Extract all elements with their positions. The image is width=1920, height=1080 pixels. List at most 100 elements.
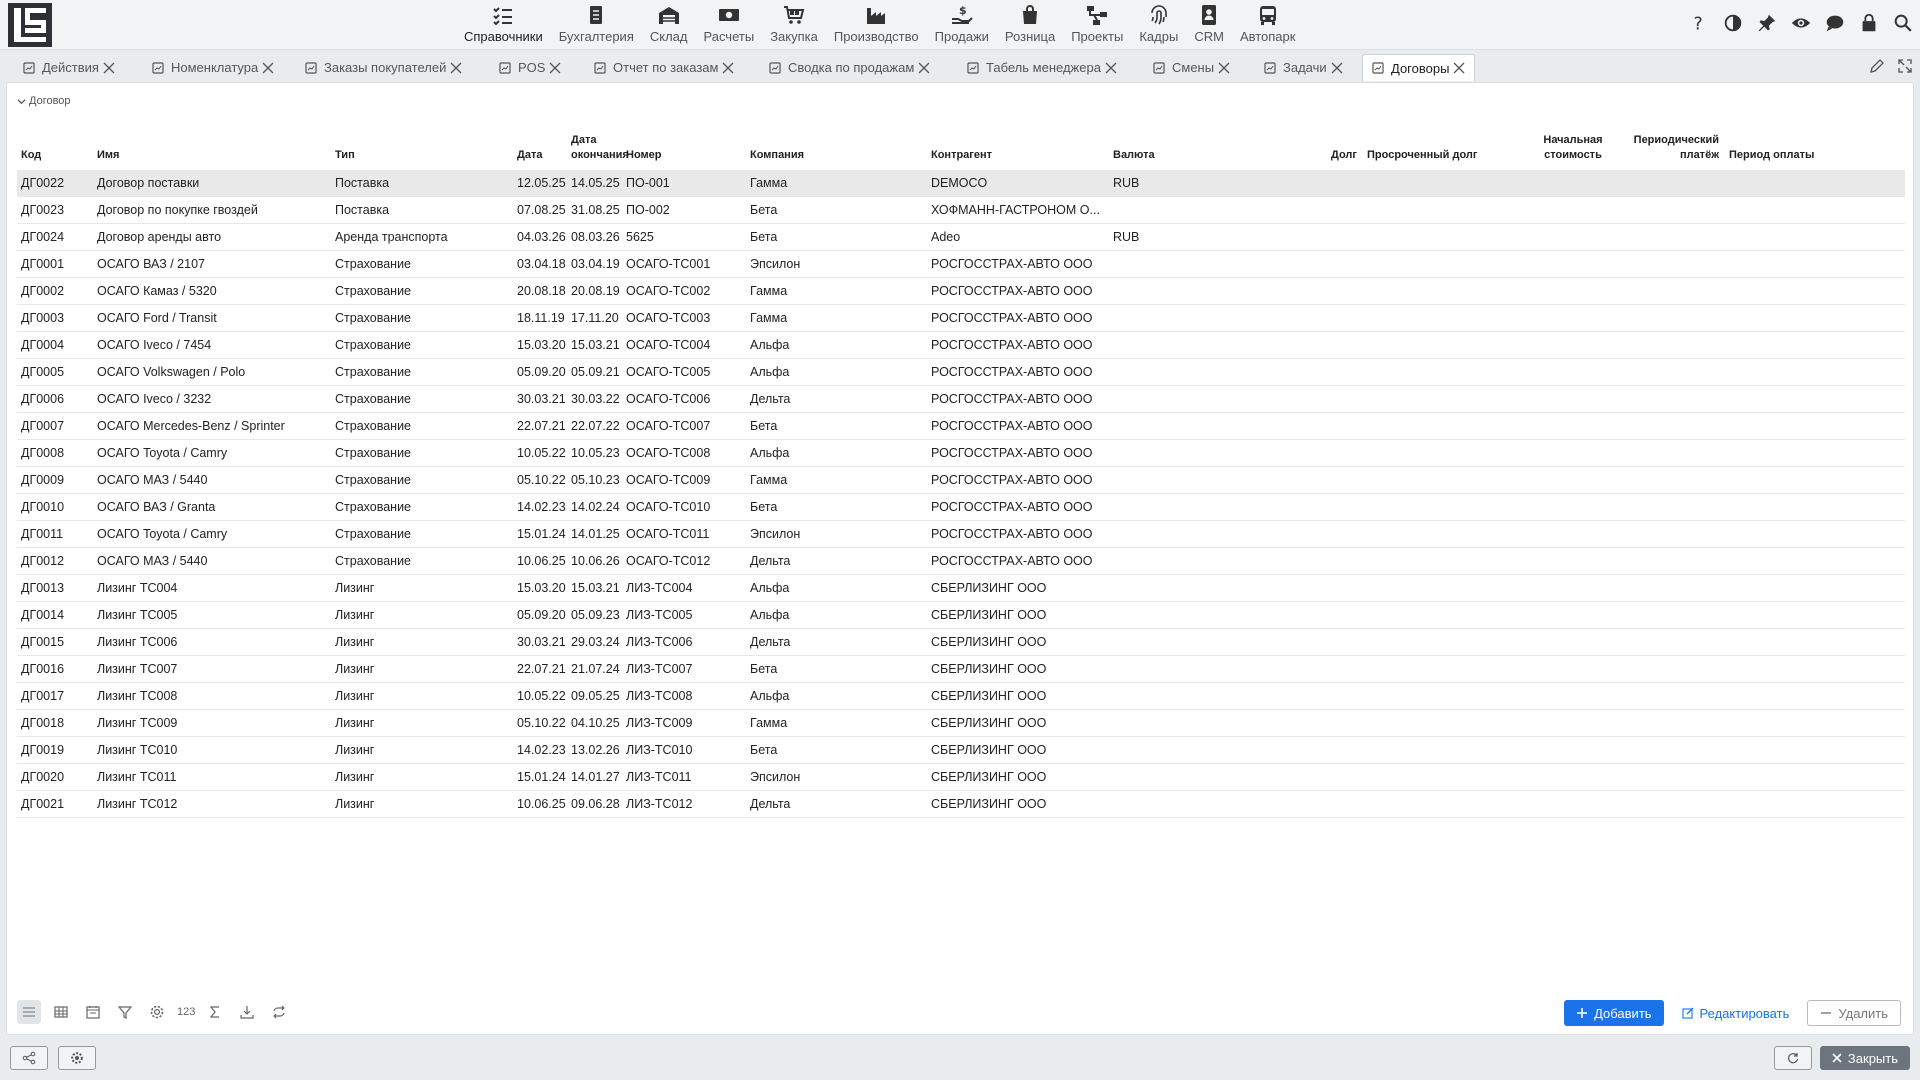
col-counterparty[interactable]: Контрагент bbox=[931, 148, 992, 170]
table-row[interactable]: ДГ0013 Лизинг ТС004 Лизинг 15.03.20 15.03.21… bbox=[17, 575, 1905, 602]
nav-item-6[interactable]: $ Продажи bbox=[927, 0, 997, 50]
calendar-view-button[interactable] bbox=[81, 1000, 105, 1024]
eye-icon[interactable] bbox=[1790, 12, 1812, 34]
close-icon[interactable] bbox=[102, 61, 116, 75]
nav-item-1[interactable]: Бухгалтерия bbox=[551, 0, 642, 50]
close-icon[interactable] bbox=[721, 61, 735, 75]
table-row[interactable]: ДГ0001 ОСАГО ВАЗ / 2107 Страхование 03.04.1… bbox=[17, 251, 1905, 278]
edit-button[interactable]: Редактировать bbox=[1678, 1000, 1794, 1026]
table-row[interactable]: ДГ0005 ОСАГО Volkswagen / Polo Страхование… bbox=[17, 359, 1905, 386]
tab-0[interactable]: Действия bbox=[14, 54, 124, 81]
nav-item-9[interactable]: Кадры bbox=[1131, 0, 1186, 50]
sum-button[interactable] bbox=[203, 1000, 227, 1024]
cell-name: ОСАГО Volkswagen / Polo bbox=[97, 365, 246, 379]
fullscreen-icon[interactable] bbox=[1896, 57, 1914, 75]
table-row[interactable]: ДГ0021 Лизинг ТС012 Лизинг 10.06.25 09.06.28… bbox=[17, 791, 1905, 818]
tab-4[interactable]: Отчет по заказам bbox=[585, 54, 743, 81]
table-row[interactable]: ДГ0009 ОСАГО МАЗ / 5440 Страхование 05.10.2… bbox=[17, 467, 1905, 494]
close-icon[interactable] bbox=[1104, 61, 1118, 75]
col-date[interactable]: Дата bbox=[517, 148, 542, 170]
nav-item-8[interactable]: Проекты bbox=[1063, 0, 1131, 50]
tab-1[interactable]: Номенклатура bbox=[143, 54, 283, 81]
col-currency[interactable]: Валюта bbox=[1113, 148, 1155, 170]
table-row[interactable]: ДГ0022 Договор поставки Поставка 12.05.25 14… bbox=[17, 170, 1905, 197]
nav-item-2[interactable]: Склад bbox=[642, 0, 696, 50]
table-row[interactable]: ДГ0008 ОСАГО Toyota / Camry Страхование 10.… bbox=[17, 440, 1905, 467]
reload-button[interactable] bbox=[1773, 1046, 1812, 1070]
table-row[interactable]: ДГ0015 Лизинг ТС006 Лизинг 30.03.21 29.03.24… bbox=[17, 629, 1905, 656]
table-view-button[interactable] bbox=[49, 1000, 73, 1024]
col-debt[interactable]: Долг bbox=[1297, 148, 1357, 170]
pin-icon[interactable] bbox=[1756, 12, 1778, 34]
table-row[interactable]: ДГ0010 ОСАГО ВАЗ / Granta Страхование 14.02… bbox=[17, 494, 1905, 521]
delete-button[interactable]: Удалить bbox=[1807, 1000, 1901, 1026]
settings-button[interactable] bbox=[145, 1000, 169, 1024]
col-company[interactable]: Компания bbox=[750, 148, 804, 170]
col-number[interactable]: Номер bbox=[626, 148, 662, 170]
col-name[interactable]: Имя bbox=[97, 148, 119, 170]
app-logo[interactable] bbox=[8, 3, 52, 47]
tab-3[interactable]: POS bbox=[490, 54, 570, 81]
nav-item-3[interactable]: Расчеты bbox=[695, 0, 762, 50]
table-row[interactable]: ДГ0006 ОСАГО Iveco / 3232 Страхование 30.03… bbox=[17, 386, 1905, 413]
table-row[interactable]: ДГ0016 Лизинг ТС007 Лизинг 22.07.21 21.07.24… bbox=[17, 656, 1905, 683]
table-row[interactable]: ДГ0024 Договор аренды авто Аренда транспор… bbox=[17, 224, 1905, 251]
help-icon[interactable]: ? bbox=[1688, 12, 1710, 34]
close-icon[interactable] bbox=[1330, 61, 1344, 75]
numbers-toggle[interactable]: 123 bbox=[177, 1006, 195, 1018]
nav-item-5[interactable]: Производство bbox=[826, 0, 927, 50]
add-button[interactable]: Добавить bbox=[1564, 1000, 1664, 1026]
table-row[interactable]: ДГ0018 Лизинг ТС009 Лизинг 05.10.22 04.10.25… bbox=[17, 710, 1905, 737]
table-row[interactable]: ДГ0023 Договор по покупке гвоздей Поставка… bbox=[17, 197, 1905, 224]
close-icon[interactable] bbox=[449, 61, 463, 75]
tab-6[interactable]: Табель менеджера bbox=[958, 54, 1126, 81]
tab-2[interactable]: Заказы покупателей bbox=[296, 54, 471, 81]
col-end-date[interactable]: Дата окончания bbox=[571, 133, 629, 170]
nav-item-0[interactable]: Справочники bbox=[456, 0, 551, 50]
chat-icon[interactable] bbox=[1824, 12, 1846, 34]
refresh-button[interactable] bbox=[267, 1000, 291, 1024]
col-periodic-payment[interactable]: Периодический платёж bbox=[1623, 133, 1719, 170]
nav-item-4[interactable]: Закупка bbox=[762, 0, 826, 50]
table-row[interactable]: ДГ0007 ОСАГО Mercedes-Benz / Sprinter Стра… bbox=[17, 413, 1905, 440]
close-icon[interactable] bbox=[917, 61, 931, 75]
nav-item-11[interactable]: Автопарк bbox=[1232, 0, 1304, 50]
table-row[interactable]: ДГ0012 ОСАГО МАЗ / 5440 Страхование 10.06.2… bbox=[17, 548, 1905, 575]
breadcrumb[interactable]: Договор bbox=[17, 95, 71, 107]
tab-5[interactable]: Сводка по продажам bbox=[760, 54, 939, 81]
table-row[interactable]: ДГ0019 Лизинг ТС010 Лизинг 14.02.23 13.02.26… bbox=[17, 737, 1905, 764]
close-icon[interactable] bbox=[261, 61, 275, 75]
table-row[interactable]: ДГ0003 ОСАГО Ford / Transit Страхование 18.… bbox=[17, 305, 1905, 332]
download-button[interactable] bbox=[235, 1000, 259, 1024]
nav-item-7[interactable]: Розница bbox=[997, 0, 1063, 50]
cell-end: 05.09.21 bbox=[571, 365, 620, 379]
tab-7[interactable]: Смены bbox=[1144, 54, 1239, 81]
contrast-icon[interactable] bbox=[1722, 12, 1744, 34]
tab-9[interactable]: Договоры bbox=[1362, 54, 1476, 81]
search-icon[interactable] bbox=[1892, 12, 1914, 34]
col-payment-period[interactable]: Период оплаты bbox=[1729, 148, 1814, 170]
close-button[interactable]: Закрыть bbox=[1819, 1046, 1910, 1070]
col-type[interactable]: Тип bbox=[335, 148, 355, 170]
table-row[interactable]: ДГ0011 ОСАГО Toyota / Camry Страхование 15.… bbox=[17, 521, 1905, 548]
close-icon[interactable] bbox=[1452, 61, 1466, 75]
tab-8[interactable]: Задачи bbox=[1255, 54, 1352, 81]
col-code[interactable]: Код bbox=[21, 148, 41, 170]
table-row[interactable]: ДГ0017 Лизинг ТС008 Лизинг 10.05.22 09.05.25… bbox=[17, 683, 1905, 710]
share-button[interactable] bbox=[10, 1046, 48, 1070]
window-settings-button[interactable] bbox=[58, 1046, 96, 1070]
pencil-icon[interactable] bbox=[1868, 57, 1886, 75]
table-row[interactable]: ДГ0020 Лизинг ТС011 Лизинг 15.01.24 14.01.27… bbox=[17, 764, 1905, 791]
col-initial-cost[interactable]: Начальная стоимость bbox=[1533, 133, 1613, 170]
table-row[interactable]: ДГ0004 ОСАГО Iveco / 7454 Страхование 15.03… bbox=[17, 332, 1905, 359]
close-icon[interactable] bbox=[548, 61, 562, 75]
cell-number: ОСАГО-ТС008 bbox=[626, 446, 711, 460]
list-view-button[interactable] bbox=[17, 1000, 41, 1024]
nav-item-10[interactable]: CRM bbox=[1186, 0, 1232, 50]
lock-icon[interactable] bbox=[1858, 12, 1880, 34]
col-overdue-debt[interactable]: Просроченный долг bbox=[1367, 148, 1477, 170]
table-row[interactable]: ДГ0014 Лизинг ТС005 Лизинг 05.09.20 05.09.23… bbox=[17, 602, 1905, 629]
filter-button[interactable] bbox=[113, 1000, 137, 1024]
table-row[interactable]: ДГ0002 ОСАГО Камаз / 5320 Страхование 20.08… bbox=[17, 278, 1905, 305]
close-icon[interactable] bbox=[1217, 61, 1231, 75]
